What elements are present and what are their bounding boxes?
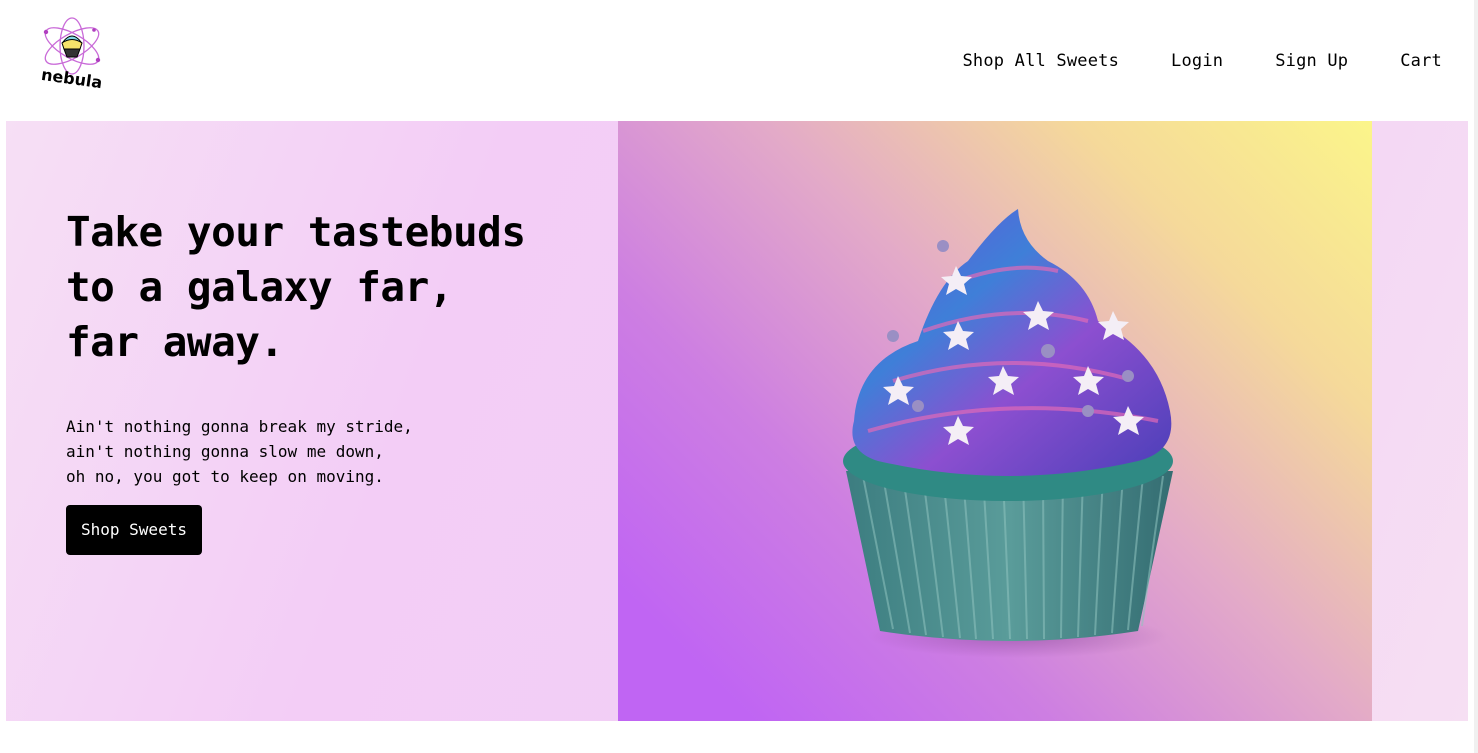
nav-cart[interactable]: Cart bbox=[1400, 51, 1442, 71]
headline-line-2: to a galaxy far, bbox=[66, 263, 453, 311]
hero-lyrics: Ain't nothing gonna break my stride, ain… bbox=[66, 414, 606, 489]
page-bottom bbox=[0, 721, 1478, 753]
lyrics-line-1: Ain't nothing gonna break my stride, bbox=[66, 417, 413, 436]
shop-sweets-button[interactable]: Shop Sweets bbox=[66, 505, 202, 555]
nav-login[interactable]: Login bbox=[1171, 51, 1223, 71]
logo-wordmark: nebula bbox=[40, 65, 103, 92]
atom-cupcake-icon: nebula bbox=[40, 17, 103, 92]
nav-shop-all-sweets[interactable]: Shop All Sweets bbox=[962, 51, 1119, 71]
headline-line-1: Take your tastebuds bbox=[66, 208, 526, 256]
hero-headline: Take your tastebuds to a galaxy far, far… bbox=[66, 205, 606, 370]
main-nav: Shop All Sweets Login Sign Up Cart bbox=[962, 51, 1442, 71]
lyrics-line-3: oh no, you got to keep on moving. bbox=[66, 467, 384, 486]
nebula-logo[interactable]: nebula bbox=[36, 16, 108, 94]
galaxy-cupcake-icon bbox=[843, 209, 1173, 658]
cupcake-hero-image bbox=[618, 121, 1372, 721]
headline-line-3: far away. bbox=[66, 318, 284, 366]
site-header: nebula Shop All Sweets Login Sign Up Car… bbox=[0, 0, 1478, 121]
window-scrollbar[interactable] bbox=[1474, 0, 1478, 753]
lyrics-line-2: ain't nothing gonna slow me down, bbox=[66, 442, 384, 461]
hero-text-block: Take your tastebuds to a galaxy far, far… bbox=[66, 205, 606, 555]
hero-section: Take your tastebuds to a galaxy far, far… bbox=[6, 121, 1468, 721]
nav-sign-up[interactable]: Sign Up bbox=[1275, 51, 1348, 71]
